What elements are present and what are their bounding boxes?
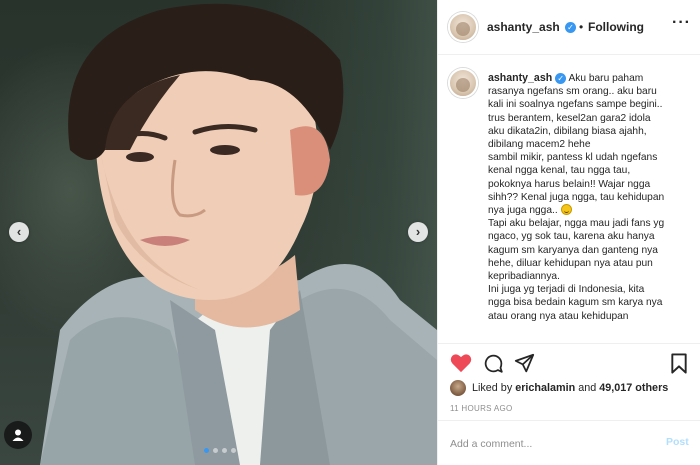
- carousel-prev-button[interactable]: ‹: [9, 222, 29, 242]
- caption-line: ngaco, yg sok tau, karena aku hanya: [488, 231, 655, 243]
- caption-avatar[interactable]: [448, 68, 478, 98]
- avatar[interactable]: [448, 12, 478, 42]
- likes-text: Liked by erichalamin and 49,017 others: [472, 382, 668, 394]
- following-button[interactable]: Following: [588, 20, 644, 34]
- comment-bubble-icon[interactable]: [483, 353, 504, 374]
- paper-plane-icon[interactable]: [514, 353, 535, 374]
- caption-line: rasanya ngefans sm orang.. aku baru: [488, 86, 657, 98]
- header-separator: •: [579, 20, 584, 34]
- caption-line: Ini juga yg terjadi di Indonesia, kita: [488, 284, 645, 296]
- comment-box: Post: [438, 420, 700, 465]
- caption-line: Tapi aku belajar, ngga mau jadi fans yg: [488, 218, 665, 230]
- caption-line: Aku baru paham: [568, 73, 644, 84]
- likes-middle: and: [575, 382, 600, 394]
- caption-line: kenal ngga kenal, tau ngga tau,: [488, 165, 631, 177]
- caption-line: hehe, diluar kehidupan nya atau pun: [488, 257, 653, 269]
- more-options-icon[interactable]: ···: [672, 14, 691, 32]
- liker-avatar[interactable]: [450, 380, 466, 396]
- post-photo[interactable]: ‹ ›: [0, 0, 437, 465]
- carousel-dot-active: [204, 448, 209, 453]
- carousel-next-button[interactable]: ›: [408, 222, 428, 242]
- liker-username[interactable]: erichalamin: [515, 382, 575, 394]
- caption-text: ashanty_ash ✓ Aku baru paham rasanya ngef…: [488, 72, 693, 323]
- caption-line: trus berantem, kesel2an gara2 idola: [488, 112, 651, 124]
- caption-line: nya juga ngga..: [488, 205, 558, 217]
- caption-line: pokoknya harus belain!! Wajar ngga: [488, 178, 651, 190]
- bookmark-icon[interactable]: [670, 353, 688, 374]
- post-header: ashanty_ash ✓ • Following ···: [438, 0, 700, 55]
- post-side-panel: ashanty_ash ✓ • Following ··· ashanty_as…: [437, 0, 700, 465]
- caption-area: ashanty_ash ✓ Aku baru paham rasanya ngef…: [438, 56, 700, 343]
- carousel-dot: [213, 448, 218, 453]
- caption-line: aku dikata2in, dibilang biasa ajahh,: [488, 125, 647, 137]
- carousel-dot: [231, 448, 236, 453]
- caption-line: kali ini soalnya ngefans sampe begini..: [488, 99, 663, 111]
- comment-input[interactable]: [450, 436, 650, 452]
- caption-line: kagum sm karyanya dan ganteng nya: [488, 244, 658, 256]
- carousel-indicator: [204, 448, 236, 453]
- header-username[interactable]: ashanty_ash: [487, 20, 560, 34]
- grinning-face-emoji-icon: [560, 204, 572, 216]
- post-timestamp[interactable]: 11 HOURS AGO: [450, 404, 513, 413]
- caption-username[interactable]: ashanty_ash: [488, 72, 552, 84]
- tagged-users-button[interactable]: [4, 421, 32, 449]
- verified-badge-icon: ✓: [555, 73, 567, 84]
- user-tag-icon: [12, 429, 24, 441]
- verified-badge-icon: ✓: [565, 22, 576, 33]
- caption-line: dibilang macem2 hehe: [488, 139, 591, 151]
- carousel-dot: [222, 448, 227, 453]
- caption-line: ngga bisa bedain kagum sm karya nya: [488, 297, 663, 309]
- caption-line-with-emoji: nya juga ngga..: [488, 204, 693, 217]
- caption-line: kepribadiannya.: [488, 271, 560, 283]
- caption-line: sihh?? Kenal juga ngga, tau kehidupan: [488, 191, 665, 203]
- likes-count[interactable]: 49,017 others: [599, 382, 668, 394]
- caption-line: sambil mikir, pantess kl udah ngefans: [488, 152, 658, 164]
- portrait-illustration: [40, 3, 437, 465]
- heart-filled-icon[interactable]: [450, 353, 472, 373]
- post-comment-button[interactable]: Post: [666, 436, 689, 448]
- post-actions: [438, 343, 700, 383]
- likes-prefix: Liked by: [472, 382, 516, 394]
- caption-line: atau orang nya atau kehidupan: [488, 310, 629, 322]
